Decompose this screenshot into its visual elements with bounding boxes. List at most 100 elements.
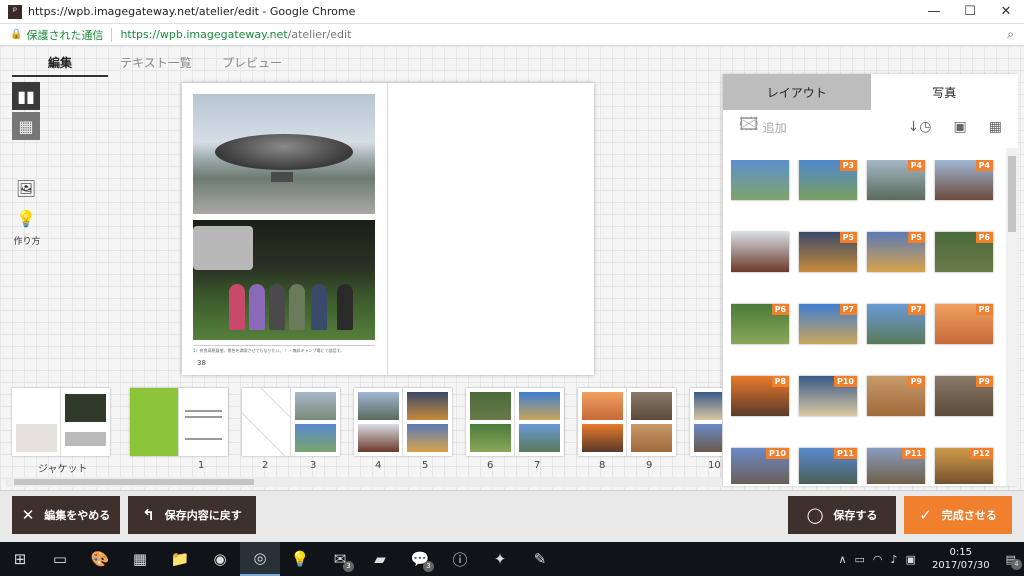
photo-thumbnail[interactable]: P11 xyxy=(799,448,857,484)
spread-thumb-2-3[interactable] xyxy=(242,388,340,456)
tab-edit[interactable]: 編集 xyxy=(12,54,108,77)
spread-thumb-6-7[interactable] xyxy=(466,388,564,456)
editor-app-icon[interactable]: ✎ xyxy=(520,542,560,576)
scrollbar-thumb[interactable] xyxy=(1008,156,1016,232)
thumb-image xyxy=(470,424,511,452)
thumb-image xyxy=(295,424,336,452)
page-8 xyxy=(578,388,627,456)
page-usage-badge: P9 xyxy=(975,376,993,387)
frame-icon[interactable]: ▣ xyxy=(954,119,967,135)
line-app-icon[interactable]: 💬 3 xyxy=(400,542,440,576)
book-view-icon[interactable]: ▮▮ xyxy=(12,82,40,110)
url-path[interactable]: /atelier/edit xyxy=(288,28,352,41)
media-app-icon[interactable]: ◉ xyxy=(200,542,240,576)
spread-thumb-jacket[interactable] xyxy=(12,388,110,456)
add-label[interactable]: 追加 xyxy=(763,119,787,136)
spread-thumb-4-5[interactable] xyxy=(354,388,452,456)
close-button[interactable]: ✕ xyxy=(988,0,1024,24)
thumb-image xyxy=(694,424,722,452)
photo-thumbnail[interactable]: P11 xyxy=(867,448,925,484)
photo-thumbnail[interactable] xyxy=(731,232,789,272)
lightbulb-icon[interactable]: 💡 xyxy=(12,204,40,232)
save-button[interactable]: ◯ 保存する xyxy=(788,496,896,534)
photo-thumbnail[interactable]: P6 xyxy=(731,304,789,344)
close-icon: ✕ xyxy=(21,506,35,524)
tab-preview[interactable]: プレビュー xyxy=(204,54,300,77)
panel-scrollbar[interactable] xyxy=(1006,148,1018,486)
scrollbar-thumb[interactable] xyxy=(14,479,254,485)
photo-thumbnail[interactable]: P9 xyxy=(935,376,993,416)
tab-layout[interactable]: レイアウト xyxy=(723,74,871,110)
notes-app-icon[interactable]: ▰ xyxy=(360,542,400,576)
clock[interactable]: 0:15 2017/07/30 xyxy=(932,546,990,572)
howto-label[interactable]: 作り方 xyxy=(12,234,42,247)
line-count-badge: 3 xyxy=(423,561,434,572)
keep-app-icon[interactable]: 💡 xyxy=(280,542,320,576)
left-toolbar: ▮▮ ▦ 🖼 💡 作り方 xyxy=(12,82,42,247)
finish-button[interactable]: ✓ 完成させる xyxy=(904,496,1012,534)
battery-icon[interactable]: ▭ xyxy=(855,553,865,566)
photo-group[interactable] xyxy=(193,220,375,340)
ime-icon[interactable]: ▣ xyxy=(906,553,916,566)
address-bar[interactable]: 🔒 保護された通信 https://wpb.imagegateway.net/a… xyxy=(0,24,1024,46)
url-host[interactable]: https://wpb.imagegateway.net xyxy=(120,28,287,41)
spread-thumb-8-9[interactable] xyxy=(578,388,676,456)
spread-thumb-10[interactable] xyxy=(690,388,722,456)
photo-thumbnail[interactable]: P5 xyxy=(867,232,925,272)
photo-thumbnail[interactable]: P4 xyxy=(935,160,993,200)
game-app-icon[interactable]: ✦ xyxy=(480,542,520,576)
grid-view-icon[interactable]: ▦ xyxy=(12,112,40,140)
page-spread[interactable]: 1）奈良高原展望。景色を満喫させてもなりたい。 ？・無料キャンプ場にて談話す。 … xyxy=(182,83,594,375)
notification-icon[interactable]: ▤ 4 xyxy=(1006,553,1022,570)
photo-thumbnail[interactable]: P10 xyxy=(731,448,789,484)
revert-button[interactable]: ↰ 保存内容に戻す xyxy=(128,496,256,534)
photo-thumbnail[interactable]: P8 xyxy=(731,376,789,416)
tab-text-list[interactable]: テキスト一覧 xyxy=(108,54,204,77)
info-app-icon[interactable]: ⓘ xyxy=(440,542,480,576)
paint-app-icon[interactable]: 🎨 xyxy=(80,542,120,576)
cancel-edit-button[interactable]: ✕ 編集をやめる xyxy=(12,496,120,534)
person-shape xyxy=(229,284,245,330)
photo-thumbnail[interactable]: P6 xyxy=(935,232,993,272)
right-page[interactable] xyxy=(388,83,594,375)
photo-monument[interactable] xyxy=(193,94,375,214)
photo-thumbnail[interactable]: P10 xyxy=(799,376,857,416)
page-usage-badge: P12 xyxy=(970,448,993,459)
calculator-icon[interactable]: ▦ xyxy=(120,542,160,576)
spread-thumb-1[interactable] xyxy=(130,388,228,456)
photo-thumbnail[interactable]: P7 xyxy=(867,304,925,344)
filmstrip-scrollbar[interactable] xyxy=(6,477,722,487)
photo-thumbnail[interactable]: P12 xyxy=(935,448,993,484)
chevron-up-icon[interactable]: ∧ xyxy=(838,553,846,566)
mail-icon[interactable]: ✉ 3 xyxy=(320,542,360,576)
image-text-icon[interactable]: 🖼 xyxy=(12,174,40,202)
zoom-icon[interactable]: ⌕ xyxy=(1007,27,1014,42)
photo-caption[interactable]: 1）奈良高原展望。景色を満喫させてもなりたい。 ？・無料キャンプ場にて談話す。 xyxy=(193,345,375,354)
minimize-button[interactable]: — xyxy=(916,0,952,24)
volume-icon[interactable]: ♪ xyxy=(891,553,898,566)
photo-thumbnail[interactable]: P3 xyxy=(799,160,857,200)
task-view-icon[interactable]: ▭ xyxy=(40,542,80,576)
monument-shape xyxy=(215,134,353,170)
photo-thumbnail[interactable] xyxy=(731,160,789,200)
chrome-icon[interactable]: ◎ xyxy=(240,542,280,576)
add-photo-icon[interactable]: 🖾 xyxy=(739,112,759,142)
photo-thumbnail[interactable]: P5 xyxy=(799,232,857,272)
maximize-button[interactable]: ☐ xyxy=(952,0,988,24)
tab-photos[interactable]: 写真 xyxy=(870,74,1018,110)
grid-size-icon[interactable]: ▦ xyxy=(989,119,1002,135)
photo-thumbnail[interactable]: P8 xyxy=(935,304,993,344)
photo-thumbnail[interactable]: P9 xyxy=(867,376,925,416)
thumb-image xyxy=(694,392,722,420)
file-explorer-icon[interactable]: 📁 xyxy=(160,542,200,576)
sort-by-time-icon[interactable]: ↓◷ xyxy=(908,119,932,135)
photo-thumbnail[interactable]: P7 xyxy=(799,304,857,344)
left-page[interactable]: 1）奈良高原展望。景色を満喫させてもなりたい。 ？・無料キャンプ場にて談話す。 … xyxy=(182,83,388,375)
check-icon: ✓ xyxy=(919,506,932,524)
start-windows-icon[interactable]: ⊞ xyxy=(0,542,40,576)
thumb-image xyxy=(407,392,448,420)
photo-thumbnail[interactable]: P4 xyxy=(867,160,925,200)
panel-tool-icons: ↓◷ ▣ ▦ xyxy=(908,119,1002,135)
wifi-icon[interactable]: ◠ xyxy=(873,553,883,566)
page-9 xyxy=(627,388,676,456)
